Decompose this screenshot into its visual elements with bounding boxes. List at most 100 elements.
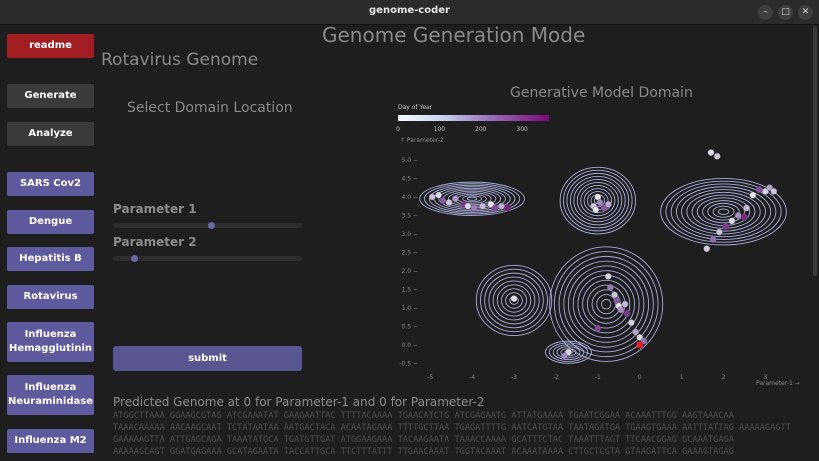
sequence-line: AAAAAGCAGT GGATGAGAAA GCATAGAATA TACCATT… — [113, 447, 734, 457]
virus-button-dengue[interactable]: Dengue — [7, 210, 94, 234]
data-point — [617, 306, 625, 314]
virus-button-influenza-m2[interactable]: Influenza M2 — [7, 429, 94, 453]
x-tick-label: -1 — [595, 374, 601, 381]
data-point — [604, 273, 612, 280]
density-contour — [500, 288, 528, 313]
density-contour — [577, 275, 635, 334]
parameter-2-slider-thumb[interactable] — [131, 255, 139, 262]
selected-point-marker — [636, 341, 643, 348]
density-contour — [686, 191, 761, 232]
virus-button-sars-cov2[interactable]: SARS Cov2 — [7, 172, 94, 196]
parameter-1-slider-thumb[interactable] — [207, 222, 215, 229]
virus-button-influenza-neuraminidase[interactable]: Influenza Neuraminidase — [7, 375, 94, 415]
data-point — [590, 202, 598, 210]
minimize-button[interactable]: – — [758, 5, 773, 20]
x-tick-label: -5 — [427, 374, 433, 381]
density-contour — [553, 251, 659, 358]
data-point — [606, 284, 614, 291]
density-contour — [419, 181, 525, 216]
data-point — [770, 187, 778, 195]
submit-button[interactable]: submit — [113, 346, 302, 371]
x-tick-label: 0 — [638, 374, 642, 381]
parameter-2-slider[interactable] — [113, 255, 302, 262]
density-contour — [591, 289, 621, 319]
analyze-button[interactable]: Analyze — [7, 122, 94, 146]
data-point — [439, 197, 447, 205]
close-button[interactable]: ✕ — [798, 5, 813, 20]
density-contour — [586, 284, 626, 324]
density-contour — [447, 190, 497, 207]
density-contour — [552, 344, 585, 361]
y-tick-label: 2.5 − — [402, 249, 418, 256]
density-contour — [559, 166, 636, 235]
data-point — [741, 213, 748, 221]
data-point — [640, 337, 648, 345]
data-point — [604, 200, 612, 208]
virus-button-influenza-hemagglutinin[interactable]: Influenza Hemagglutinin — [7, 322, 94, 362]
density-contour — [428, 184, 516, 213]
data-point — [428, 193, 436, 201]
data-point — [491, 204, 499, 212]
y-tick-label: 1.0 − — [402, 305, 418, 312]
density-contour — [505, 292, 523, 309]
data-point — [623, 309, 631, 317]
data-point — [435, 191, 442, 199]
window-title: genome-coder — [369, 5, 450, 16]
density-contour — [558, 255, 654, 353]
density-contour — [443, 189, 502, 209]
density-contour — [712, 205, 735, 218]
density-contour — [665, 180, 782, 243]
data-point — [498, 202, 505, 210]
density-contour — [560, 348, 577, 357]
density-contour — [587, 191, 609, 211]
density-contour — [424, 183, 521, 215]
data-point — [762, 187, 769, 195]
density-contour — [566, 172, 630, 229]
data-point — [510, 295, 518, 302]
data-point — [703, 245, 711, 253]
x-tick-label: 2 — [722, 374, 726, 381]
scrollbar[interactable] — [813, 26, 817, 276]
density-contour — [462, 195, 483, 203]
sequence-line: ATGGCTTAAA GGAAGCGTAG ATCGAAATAT GAAGAAT… — [113, 411, 734, 421]
parameter-1-slider[interactable] — [113, 222, 302, 229]
generate-button[interactable]: Generate — [7, 84, 94, 108]
readme-button[interactable]: readme — [7, 34, 94, 58]
maximize-button[interactable]: □ — [778, 5, 793, 20]
data-point — [565, 348, 572, 356]
data-point — [592, 206, 600, 214]
data-point — [613, 297, 621, 304]
density-contour — [549, 246, 664, 362]
density-contour — [496, 284, 532, 317]
data-point — [636, 334, 644, 341]
predicted-genome-label: Predicted Genome at 0 for Parameter-1 an… — [113, 395, 485, 409]
density-contour — [452, 192, 492, 206]
x-tick-label: -2 — [553, 374, 559, 381]
data-point — [722, 223, 730, 230]
colorbar-tick: 300 — [516, 126, 528, 133]
density-contour — [580, 185, 616, 217]
data-point — [451, 195, 459, 203]
genome-title: Rotavirus Genome — [101, 50, 259, 70]
select-domain-heading: Select Domain Location — [127, 100, 293, 116]
density-contour — [691, 194, 756, 229]
y-tick-label: 2.0 − — [402, 268, 418, 275]
data-point — [713, 152, 721, 160]
colorbar-label: Day of Year — [398, 104, 433, 111]
x-axis-label: Parameter-1 → — [756, 380, 800, 387]
data-point — [596, 199, 604, 206]
density-contour — [563, 169, 633, 232]
density-contour — [601, 298, 612, 310]
virus-button-hepatitis-b[interactable]: Hepatitis B — [7, 247, 94, 271]
data-point — [734, 212, 742, 219]
density-contour — [563, 260, 650, 348]
y-tick-label: 4.0 − — [402, 194, 418, 201]
colorbar-tick: 0 — [396, 126, 400, 133]
data-point — [749, 191, 757, 199]
y-tick-label: 0.5 − — [402, 323, 418, 330]
data-point — [464, 202, 472, 210]
density-contour — [433, 186, 511, 212]
virus-button-rotavirus[interactable]: Rotavirus — [7, 285, 94, 309]
genome-sequence: ATGGCTTAAA GGAAGCGTAG ATCGAAATAT GAAGAAT… — [113, 410, 813, 458]
density-contour — [583, 188, 612, 214]
